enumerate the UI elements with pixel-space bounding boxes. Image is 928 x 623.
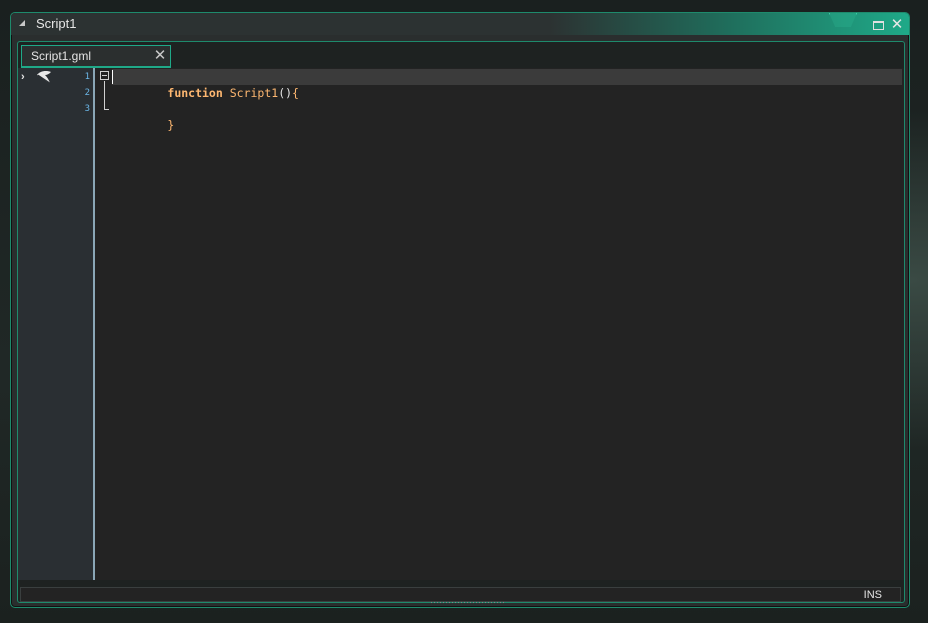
- code-close-brace: }: [167, 118, 175, 132]
- maximize-icon[interactable]: [873, 21, 884, 30]
- fold-guide-end: [104, 109, 109, 110]
- insert-mode-indicator[interactable]: INS: [864, 588, 882, 602]
- code-keyword: function: [167, 86, 223, 100]
- editor-gutter[interactable]: › 1 2 3: [18, 68, 95, 580]
- fold-margin: [97, 68, 111, 580]
- code-parens: (): [278, 86, 293, 100]
- code-line-2[interactable]: [112, 85, 167, 101]
- feather-icon[interactable]: [35, 69, 53, 85]
- window-close-icon[interactable]: ✕: [890, 17, 904, 33]
- window-title: Script1: [36, 16, 77, 31]
- fold-toggle-minus-icon[interactable]: [100, 71, 109, 80]
- code-function-name: Script1: [229, 86, 279, 100]
- window-titlebar[interactable]: Script1 ✕: [11, 13, 909, 35]
- fold-guide: [104, 81, 105, 109]
- resize-grip[interactable]: [430, 601, 506, 604]
- script-window: Script1 ✕ Script1.gml ✕ › 1 2 3 function…: [10, 12, 910, 608]
- line-number: 1: [84, 72, 90, 82]
- code-line-1[interactable]: function Script1(){: [112, 69, 299, 100]
- collapse-triangle-icon[interactable]: [19, 20, 25, 26]
- editor-statusbar: INS: [20, 587, 901, 602]
- code-editor[interactable]: › 1 2 3 function Script1(){}: [18, 68, 904, 580]
- code-open-brace: {: [292, 86, 299, 100]
- titlebar-notch: [829, 13, 857, 27]
- chevron-right-icon: ›: [21, 71, 25, 83]
- code-line-3[interactable]: }: [112, 101, 174, 132]
- script-editor-panel: Script1.gml ✕ › 1 2 3 function Script1()…: [17, 41, 905, 604]
- tab-script1-gml[interactable]: Script1.gml ✕: [21, 45, 171, 67]
- tab-label: Script1.gml: [31, 49, 92, 63]
- line-number: 3: [84, 104, 90, 114]
- tab-close-icon[interactable]: ✕: [152, 47, 168, 64]
- line-number: 2: [84, 88, 90, 98]
